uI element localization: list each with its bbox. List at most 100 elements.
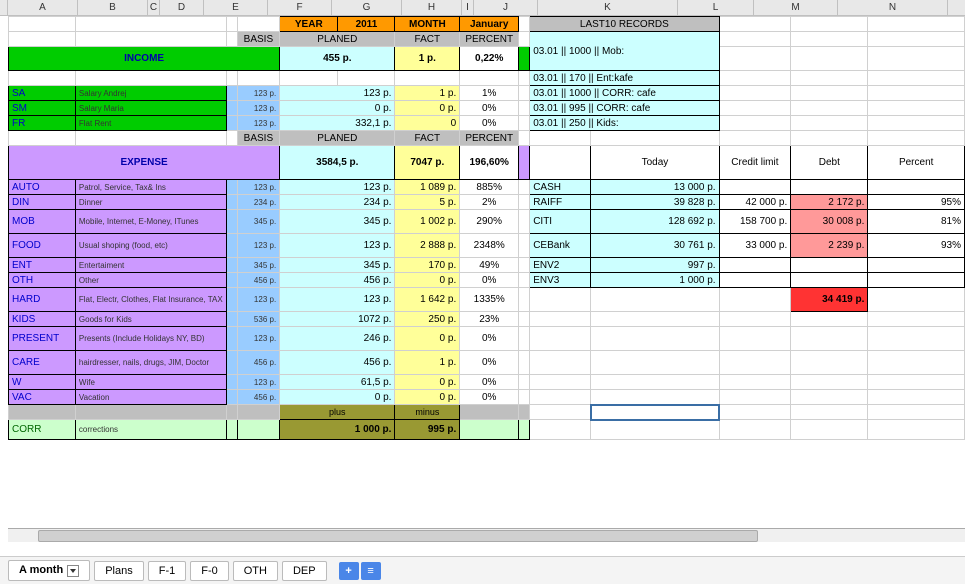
expense-basis[interactable]: 345 р.: [237, 210, 280, 234]
expense-fact-cell[interactable]: 170 р.: [395, 258, 460, 273]
acct-limit[interactable]: 33 000 р.: [719, 234, 791, 258]
expense-planed-cell[interactable]: 456 р.: [280, 351, 395, 375]
col-L[interactable]: L: [678, 0, 754, 15]
acct-name[interactable]: RAIFF: [530, 195, 591, 210]
expense-code[interactable]: KIDS: [9, 312, 76, 327]
acct-today[interactable]: 39 828 р.: [591, 195, 719, 210]
expense-code[interactable]: W: [9, 375, 76, 390]
income-code[interactable]: SA: [9, 86, 76, 101]
expense-planed-cell[interactable]: 123 р.: [280, 180, 395, 195]
expense-basis[interactable]: 456 р.: [237, 273, 280, 288]
expense-code[interactable]: MOB: [9, 210, 76, 234]
acct-name[interactable]: CASH: [530, 180, 591, 195]
acct-debt[interactable]: [791, 273, 868, 288]
year-value[interactable]: 2011: [338, 17, 395, 32]
expense-fact-cell[interactable]: 0 р.: [395, 327, 460, 351]
acct-today[interactable]: 13 000 р.: [591, 180, 719, 195]
acct-debt[interactable]: [791, 258, 868, 273]
expense-basis[interactable]: 345 р.: [237, 258, 280, 273]
col-K[interactable]: K: [538, 0, 678, 15]
col-E[interactable]: E: [204, 0, 268, 15]
col-D[interactable]: D: [160, 0, 204, 15]
month-value[interactable]: January: [460, 17, 519, 32]
acct-today[interactable]: 997 р.: [591, 258, 719, 273]
sheets-menu-button[interactable]: ≡: [361, 562, 381, 580]
expense-fact-cell[interactable]: 5 р.: [395, 195, 460, 210]
expense-code[interactable]: OTH: [9, 273, 76, 288]
expense-code[interactable]: CARE: [9, 351, 76, 375]
expense-planed-cell[interactable]: 246 р.: [280, 327, 395, 351]
tab-plans[interactable]: Plans: [94, 561, 144, 581]
income-fact-cell[interactable]: 1 р.: [395, 86, 460, 101]
income-code[interactable]: FR: [9, 116, 76, 131]
col-F[interactable]: F: [268, 0, 332, 15]
expense-planed-cell[interactable]: 234 р.: [280, 195, 395, 210]
expense-basis[interactable]: 123 р.: [237, 234, 280, 258]
expense-basis[interactable]: 123 р.: [237, 180, 280, 195]
income-basis[interactable]: 123 р.: [237, 86, 280, 101]
expense-code[interactable]: AUTO: [9, 180, 76, 195]
expense-basis[interactable]: 123 р.: [237, 375, 280, 390]
tab-a-month[interactable]: A month: [8, 560, 90, 580]
corr-code[interactable]: CORR: [9, 420, 76, 440]
expense-planed-cell[interactable]: 123 р.: [280, 234, 395, 258]
expense-fact-cell[interactable]: 0 р.: [395, 273, 460, 288]
expense-fact-cell[interactable]: 0 р.: [395, 375, 460, 390]
acct-today[interactable]: 30 761 р.: [591, 234, 719, 258]
tab-dep[interactable]: DEP: [282, 561, 327, 581]
expense-fact-cell[interactable]: 250 р.: [395, 312, 460, 327]
expense-fact-cell[interactable]: 1 002 р.: [395, 210, 460, 234]
expense-fact-cell[interactable]: 1 р.: [395, 351, 460, 375]
last10-item[interactable]: 03.01 || 170 || Ent:kafe: [530, 71, 719, 86]
expense-planed-cell[interactable]: 1072 р.: [280, 312, 395, 327]
expense-basis[interactable]: 456 р.: [237, 390, 280, 405]
tab-f-0[interactable]: F-0: [190, 561, 229, 581]
acct-name[interactable]: CITI: [530, 210, 591, 234]
expense-fact-cell[interactable]: 1 642 р.: [395, 288, 460, 312]
acct-limit[interactable]: 158 700 р.: [719, 210, 791, 234]
expense-basis[interactable]: 536 р.: [237, 312, 280, 327]
acct-limit[interactable]: [719, 273, 791, 288]
expense-code[interactable]: HARD: [9, 288, 76, 312]
tab-f-1[interactable]: F-1: [148, 561, 187, 581]
last10-item[interactable]: 03.01 || 1000 || Mob:: [530, 32, 719, 71]
acct-limit[interactable]: [719, 180, 791, 195]
expense-code[interactable]: FOOD: [9, 234, 76, 258]
chevron-down-icon[interactable]: [67, 565, 79, 577]
add-sheet-button[interactable]: +: [339, 562, 359, 580]
tab-oth[interactable]: OTH: [233, 561, 278, 581]
selected-cell[interactable]: [591, 405, 719, 420]
horizontal-scrollbar[interactable]: [8, 528, 965, 542]
acct-today[interactable]: 1 000 р.: [591, 273, 719, 288]
income-planed-cell[interactable]: 123 р.: [280, 86, 395, 101]
expense-basis[interactable]: 123 р.: [237, 288, 280, 312]
expense-fact-cell[interactable]: 0 р.: [395, 390, 460, 405]
col-N[interactable]: N: [838, 0, 948, 15]
income-code[interactable]: SM: [9, 101, 76, 116]
acct-debt[interactable]: 30 008 р.: [791, 210, 868, 234]
acct-limit[interactable]: [719, 258, 791, 273]
last10-item[interactable]: 03.01 || 250 || Kids:: [530, 116, 719, 131]
expense-fact-cell[interactable]: 1 089 р.: [395, 180, 460, 195]
corr-plus[interactable]: 1 000 р.: [280, 420, 395, 440]
expense-code[interactable]: VAC: [9, 390, 76, 405]
acct-name[interactable]: ENV2: [530, 258, 591, 273]
expense-planed-cell[interactable]: 345 р.: [280, 258, 395, 273]
last10-item[interactable]: 03.01 || 1000 || CORR: cafe: [530, 86, 719, 101]
expense-basis[interactable]: 234 р.: [237, 195, 280, 210]
expense-planed-cell[interactable]: 123 р.: [280, 288, 395, 312]
col-M[interactable]: M: [754, 0, 838, 15]
acct-debt[interactable]: 2 172 р.: [791, 195, 868, 210]
expense-basis[interactable]: 123 р.: [237, 327, 280, 351]
expense-code[interactable]: PRESENT: [9, 327, 76, 351]
last10-item[interactable]: 03.01 || 995 || CORR: cafe: [530, 101, 719, 116]
expense-fact-cell[interactable]: 2 888 р.: [395, 234, 460, 258]
expense-code[interactable]: DIN: [9, 195, 76, 210]
col-A[interactable]: A: [8, 0, 78, 15]
col-G[interactable]: G: [332, 0, 402, 15]
acct-name[interactable]: ENV3: [530, 273, 591, 288]
scroll-thumb[interactable]: [38, 530, 758, 542]
expense-code[interactable]: ENT: [9, 258, 76, 273]
expense-planed-cell[interactable]: 345 р.: [280, 210, 395, 234]
col-C[interactable]: C: [148, 0, 160, 15]
